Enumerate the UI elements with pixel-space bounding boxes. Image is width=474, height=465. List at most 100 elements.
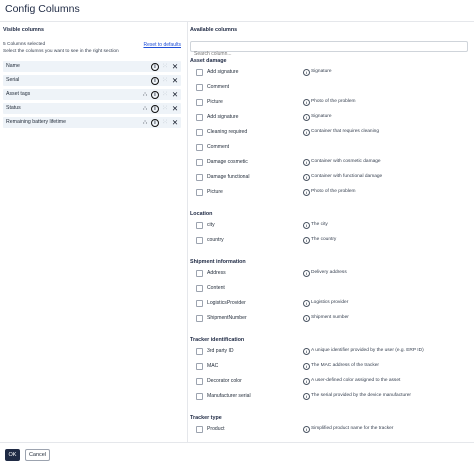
column-description: The country	[311, 237, 337, 242]
available-column-row[interactable]: country i The country	[188, 233, 474, 247]
column-label: Decorator color	[207, 378, 242, 384]
column-checkbox[interactable]	[196, 144, 203, 151]
column-checkbox[interactable]	[196, 285, 203, 292]
column-description: The serial provided by the device manufa…	[311, 393, 411, 398]
info-icon: i	[303, 69, 310, 76]
available-column-row[interactable]: Cleaning required i Container that require…	[188, 125, 474, 139]
available-column-row[interactable]: Address i Delivery address	[188, 266, 474, 280]
column-description: Signature	[311, 69, 332, 74]
available-column-row[interactable]: Content	[188, 281, 474, 295]
column-label: city	[207, 222, 215, 228]
reset-to-defaults-link[interactable]: Reset to defaults	[143, 42, 181, 48]
column-description: Container with functional damage	[311, 174, 383, 179]
close-icon[interactable]: ✕	[171, 118, 179, 127]
close-icon[interactable]: ✕	[171, 104, 179, 113]
drag-handle-icon[interactable]: ⁙	[161, 77, 169, 85]
visible-column-row[interactable]: Remaining battery lifetime ∴ i ⁙ ✕	[3, 117, 181, 128]
column-checkbox[interactable]	[196, 426, 203, 433]
available-column-row[interactable]: Damage functional i Container with functio…	[188, 170, 474, 184]
column-label: 3rd party ID	[207, 348, 234, 354]
column-checkbox[interactable]	[196, 99, 203, 106]
visible-columns-heading: Visible columns	[3, 27, 44, 33]
info-icon[interactable]: i	[151, 76, 159, 85]
available-column-row[interactable]: Damage cosmetic i Container with cosmetic …	[188, 155, 474, 169]
info-icon: i	[303, 426, 310, 433]
visible-column-row[interactable]: Serial i ⁙ ✕	[3, 75, 181, 86]
info-icon: i	[303, 363, 310, 370]
column-checkbox[interactable]	[196, 84, 203, 91]
column-checkbox[interactable]	[196, 315, 203, 322]
available-column-row[interactable]: MAC i The MAC address of the tracker	[188, 359, 474, 373]
column-description: Shipment number	[311, 315, 349, 320]
column-description: Delivery address	[311, 270, 347, 275]
column-description: Container that requires cleaning	[311, 129, 379, 134]
visible-column-label: Asset tags	[6, 91, 31, 97]
column-checkbox[interactable]	[196, 348, 203, 355]
drag-handle-icon[interactable]: ⁙	[161, 119, 169, 127]
drag-handle-icon[interactable]: ⁙	[161, 105, 169, 113]
column-description: A user-defined color assigned to the ass…	[311, 378, 401, 383]
column-checkbox[interactable]	[196, 159, 203, 166]
close-icon[interactable]: ✕	[171, 62, 179, 71]
visible-column-row[interactable]: Asset tags ∴ i ⁙ ✕	[3, 89, 181, 100]
column-checkbox[interactable]	[196, 189, 203, 196]
drag-handle-icon[interactable]: ⁙	[161, 63, 169, 71]
available-column-row[interactable]: LogisticsProvider i Logistics provider	[188, 296, 474, 310]
column-checkbox[interactable]	[196, 222, 203, 229]
available-column-row[interactable]: ShipmentNumber i Shipment number	[188, 311, 474, 325]
dialog-title: Config Columns	[5, 3, 80, 15]
visible-column-label: Serial	[6, 77, 20, 83]
info-icon: i	[303, 222, 310, 229]
info-icon: i	[303, 159, 310, 166]
column-label: Content	[207, 285, 225, 291]
search-box[interactable]	[190, 41, 468, 59]
visible-column-label: Status	[6, 105, 21, 111]
column-checkbox[interactable]	[196, 174, 203, 181]
info-icon[interactable]: i	[151, 90, 159, 99]
column-checkbox[interactable]	[196, 129, 203, 136]
available-column-row[interactable]: Comment	[188, 140, 474, 154]
info-icon[interactable]: i	[151, 62, 159, 71]
cancel-button[interactable]: Cancel	[25, 449, 50, 461]
column-checkbox[interactable]	[196, 270, 203, 277]
column-checkbox[interactable]	[196, 114, 203, 121]
info-icon: i	[303, 348, 310, 355]
column-checkbox[interactable]	[196, 69, 203, 76]
visible-column-label: Name	[6, 63, 20, 69]
close-icon[interactable]: ✕	[171, 90, 179, 99]
info-icon[interactable]: i	[151, 104, 159, 113]
visible-column-row[interactable]: Status ∴ i ⁙ ✕	[3, 103, 181, 114]
available-column-row[interactable]: Picture i Photo of the problem	[188, 185, 474, 199]
ok-button[interactable]: OK	[5, 449, 20, 461]
search-input[interactable]	[191, 49, 467, 59]
info-icon: i	[303, 114, 310, 121]
info-icon: i	[303, 315, 310, 322]
column-description: A unique identifier provided by the user…	[311, 348, 424, 353]
info-icon: i	[303, 174, 310, 181]
column-checkbox[interactable]	[196, 237, 203, 244]
column-checkbox[interactable]	[196, 300, 203, 307]
available-column-row[interactable]: Add signature i Signature	[188, 110, 474, 124]
available-column-row[interactable]: Decorator color i A user-defined color ass…	[188, 374, 474, 388]
drag-handle-icon[interactable]: ⁙	[161, 91, 169, 99]
column-checkbox[interactable]	[196, 393, 203, 400]
column-checkbox[interactable]	[196, 378, 203, 385]
available-column-row[interactable]: Picture i Photo of the problem	[188, 95, 474, 109]
available-column-row[interactable]: Comment	[188, 80, 474, 94]
group-title: Shipment information	[190, 259, 246, 265]
group-title: Tracker identification	[190, 337, 245, 343]
tag-icon: ∴	[143, 91, 147, 98]
available-column-row[interactable]: city i The city	[188, 218, 474, 232]
available-column-row[interactable]: Manufacturer serial i The serial provided …	[188, 389, 474, 403]
tag-icon: ∴	[143, 119, 147, 126]
available-column-row[interactable]: Add signature i Signature	[188, 65, 474, 79]
column-label: Product	[207, 426, 225, 432]
column-checkbox[interactable]	[196, 363, 203, 370]
available-column-row[interactable]: Product i Simplified product name for the …	[188, 422, 474, 436]
column-label: Manufacturer serial	[207, 393, 251, 399]
visible-column-row[interactable]: Name i ⁙ ✕	[3, 61, 181, 72]
dialog-header: Config Columns	[0, 0, 474, 21]
info-icon[interactable]: i	[151, 118, 159, 127]
close-icon[interactable]: ✕	[171, 76, 179, 85]
available-column-row[interactable]: 3rd party ID i A unique identifier provide…	[188, 344, 474, 358]
